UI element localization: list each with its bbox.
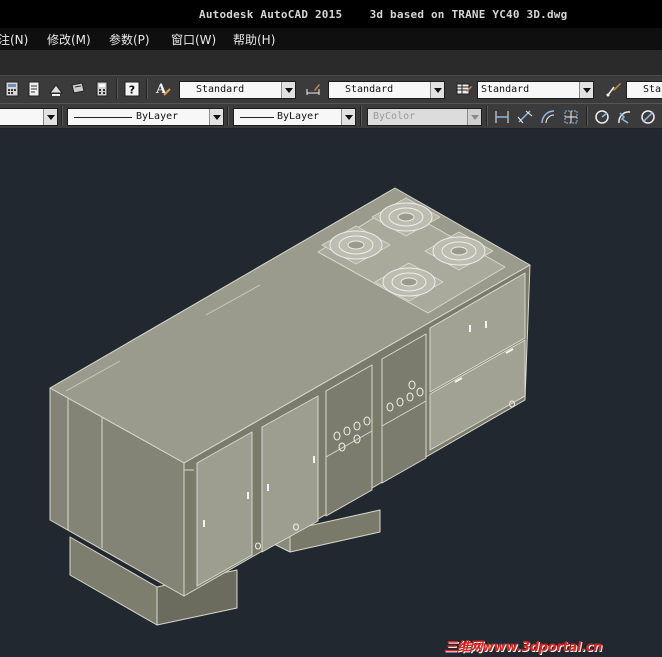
toolbar-separator: [360, 106, 362, 126]
toolbar-separator: [146, 79, 148, 99]
properties-toolbar: ByLayer ByLayer ByColor: [0, 103, 662, 129]
louver-section-2: [381, 333, 427, 484]
calculator-grid-icon[interactable]: [4, 81, 20, 97]
app-title: Autodesk AutoCAD 2015 3d based on TRANE …: [199, 8, 568, 21]
diameter-dimension-icon[interactable]: [640, 109, 656, 125]
lineweight-select[interactable]: ByLayer: [233, 108, 356, 126]
hvac-unit-model: [49, 187, 531, 626]
menu-help[interactable]: 帮助(H): [233, 31, 275, 48]
styles-toolbar: ? A Standard Standard Standard Sta: [0, 75, 662, 103]
linetype-swatch: [74, 117, 132, 118]
aligned-dimension-icon[interactable]: [517, 109, 533, 125]
chevron-down-icon: [467, 109, 481, 125]
chevron-down-icon[interactable]: [209, 109, 223, 125]
dimension-style-icon[interactable]: [305, 81, 321, 97]
linear-dimension-icon[interactable]: [494, 109, 510, 125]
chevron-down-icon[interactable]: [43, 109, 57, 125]
multileader-style-select[interactable]: Sta: [626, 81, 662, 99]
radius-dimension-icon[interactable]: [594, 109, 610, 125]
quickcalc-icon[interactable]: [70, 81, 86, 97]
lineweight-swatch: [240, 117, 274, 118]
sheet-set-icon[interactable]: [26, 81, 42, 97]
site-watermark: 三维网www.3dportal.cn: [444, 640, 603, 655]
dimension-style-select[interactable]: Standard: [328, 81, 445, 99]
chevron-down-icon[interactable]: [281, 82, 295, 98]
text-style-select[interactable]: Standard: [179, 81, 296, 99]
toolbar-separator: [486, 106, 488, 126]
toolbar-separator: [586, 106, 588, 126]
menu-bar: 注(N) 修改(M) 参数(P) 窗口(W) 帮助(H): [0, 28, 662, 50]
text-style-icon[interactable]: A: [155, 81, 171, 97]
chevron-down-icon[interactable]: [341, 109, 355, 125]
menu-annotate[interactable]: 注(N): [0, 31, 28, 48]
chevron-down-icon[interactable]: [579, 82, 593, 98]
document-title: 3d based on TRANE YC40 3D.dwg: [369, 8, 568, 21]
toolbar-separator: [227, 106, 229, 126]
menu-modify[interactable]: 修改(M): [47, 31, 91, 48]
help-icon[interactable]: ?: [124, 81, 140, 97]
jogged-dimension-icon[interactable]: [616, 109, 632, 125]
svg-text:?: ?: [129, 84, 135, 97]
ribbon-gap: [0, 50, 662, 75]
ordinate-dimension-icon[interactable]: [563, 109, 579, 125]
markup-icon[interactable]: [48, 81, 64, 97]
layer-select[interactable]: [0, 108, 58, 126]
toolbar-separator: [61, 106, 63, 126]
table-style-icon[interactable]: [456, 81, 472, 97]
calculator-icon[interactable]: [94, 81, 110, 97]
multileader-style-icon[interactable]: [606, 81, 622, 97]
menu-parametric[interactable]: 参数(P): [109, 31, 150, 48]
table-style-select[interactable]: Standard: [477, 81, 594, 99]
drawing-viewport[interactable]: [0, 129, 662, 657]
chevron-down-icon[interactable]: [430, 82, 444, 98]
menu-window[interactable]: 窗口(W): [171, 31, 216, 48]
linetype-select[interactable]: ByLayer: [67, 108, 224, 126]
arc-length-icon[interactable]: [540, 109, 556, 125]
louver-section-1: [325, 364, 373, 517]
toolbar-separator: [116, 79, 118, 99]
plot-style-select: ByColor: [367, 108, 482, 126]
title-bar: Autodesk AutoCAD 2015 3d based on TRANE …: [0, 0, 662, 28]
